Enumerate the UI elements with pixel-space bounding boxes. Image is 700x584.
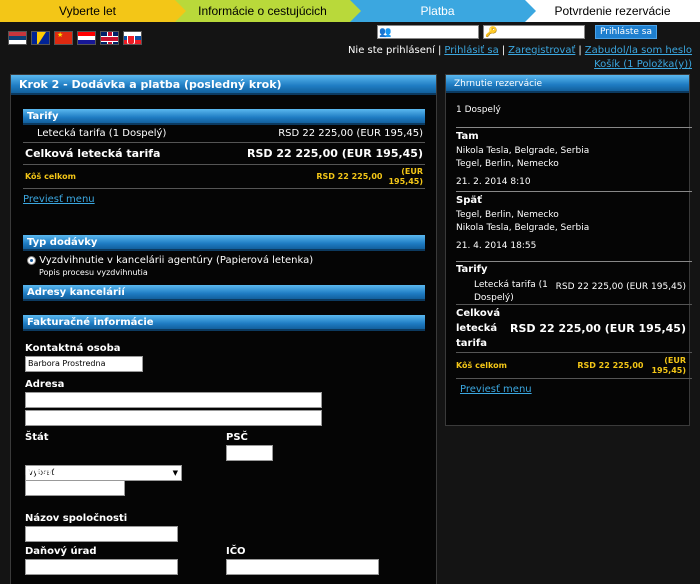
booking-summary-panel: Zhrnutie rezervácie 1 Dospelý Tam Nikola… xyxy=(445,74,692,426)
return-date: 21. 4. 2014 18:55 xyxy=(456,241,537,251)
flag-croatia-icon[interactable] xyxy=(77,31,96,45)
login-bar: 👥 🔑 Prihláste sa xyxy=(377,25,658,39)
tariff-label: Letecká tarifa (1 Dospelý) xyxy=(37,128,167,139)
password-input[interactable]: 🔑 xyxy=(483,25,585,39)
summary-tariff-label: Letecká tarifa (1 Dospelý) xyxy=(474,280,548,303)
contact-label: Kontaktná osoba xyxy=(25,343,121,354)
office-addresses-header[interactable]: Adresy kancelárií xyxy=(23,285,425,301)
progress-steps: Vyberte let Informácie o cestujúcich Pla… xyxy=(0,0,700,22)
step-passenger-info: Informácie o cestujúcich xyxy=(175,0,361,22)
summary-total-label: Celková letecká tarifa xyxy=(456,308,501,349)
login-button[interactable]: Prihláste sa xyxy=(595,25,658,39)
address-label: Adresa xyxy=(25,379,65,390)
summary-cart-label: Kôš celkom xyxy=(456,361,507,370)
delivery-type-header: Typ dodávky xyxy=(23,235,425,251)
outbound-title: Tam xyxy=(456,131,479,142)
address-line2-input[interactable] xyxy=(25,410,322,426)
flag-uk-icon[interactable] xyxy=(100,31,119,45)
summary-cart-row: Kôš celkom RSD 22 225,00 (EUR 195,45) xyxy=(456,353,692,379)
login-status: Nie ste prihlásení xyxy=(347,45,435,56)
flag-china-icon[interactable] xyxy=(54,31,73,45)
summary-tariff-row: Letecká tarifa (1 Dospelý) RSD 22 225,00 … xyxy=(456,279,692,305)
flag-bosnia-icon[interactable] xyxy=(31,31,50,45)
billing-info-header: Fakturačné informácie xyxy=(23,315,425,331)
return-from: Tegel, Berlin, Nemecko xyxy=(456,210,559,220)
ico-input[interactable] xyxy=(226,559,379,575)
zip-input[interactable] xyxy=(226,445,273,461)
tariffs-header: Tarify xyxy=(23,109,425,125)
tax-office-label: Daňový úrad xyxy=(25,546,97,557)
outbound-to: Tegel, Berlin, Nemecko xyxy=(456,159,559,169)
summary-total-row: Celková letecká tarifa RSD 22 225,00 (EUR … xyxy=(456,305,692,353)
tariff-value: RSD 22 225,00 (EUR 195,45) xyxy=(278,128,423,139)
register-link[interactable]: Zaregistrovať xyxy=(508,45,575,56)
flag-slovakia-icon[interactable] xyxy=(123,31,142,45)
summary-total-value: RSD 22 225,00 (EUR 195,45) xyxy=(509,322,686,335)
contact-input[interactable]: Barbora Prostredna xyxy=(25,356,143,372)
cart-total-label: Kôš celkom xyxy=(25,172,76,181)
delivery-payment-panel: Krok 2 - Dodávka a platba (posledný krok… xyxy=(10,74,437,584)
delivery-radio[interactable] xyxy=(27,255,36,265)
address-line1-input[interactable] xyxy=(25,392,322,408)
forgot-password-link[interactable]: Zabudol/la som heslo xyxy=(585,45,692,56)
convert-currency-link[interactable]: Previesť menu xyxy=(23,194,95,205)
summary-title: Zhrnutie rezervácie xyxy=(446,75,689,93)
step-payment: Platba xyxy=(350,0,536,22)
user-icon: 👥 xyxy=(379,27,392,38)
cart-total-row: Kôš celkom RSD 22 225,00 (EUR 195,45) xyxy=(23,165,425,189)
city-label: Mesto xyxy=(25,467,60,478)
step-label: Potvrdenie rezervácie xyxy=(554,4,671,18)
total-label: Celková letecká tarifa xyxy=(25,147,161,160)
cart-total-rsd: RSD 22 225,00 xyxy=(316,172,383,181)
username-input[interactable]: 👥 xyxy=(377,25,479,39)
total-value: RSD 22 225,00 (EUR 195,45) xyxy=(246,147,423,160)
cart-total-eur: (EUR 195,45) xyxy=(388,166,423,186)
return-to: Nikola Tesla, Belgrade, Serbia xyxy=(456,223,590,233)
summary-cart-eur: (EUR 195,45) xyxy=(651,355,686,375)
chevron-down-icon: ▼ xyxy=(172,469,178,477)
tax-office-input[interactable] xyxy=(25,559,178,575)
flag-serbia-icon[interactable] xyxy=(8,31,27,45)
user-links: Nie ste prihlásení | Prihlásiť sa | Zaregist… xyxy=(347,45,692,70)
step-select-flight: Vyberte let xyxy=(0,0,186,22)
summary-tariff-value: RSD 22 225,00 (EUR 195,45) xyxy=(555,282,686,292)
city-input[interactable] xyxy=(25,480,125,496)
state-label: Štát xyxy=(25,432,49,443)
return-title: Späť xyxy=(456,195,482,206)
summary-convert-currency-link[interactable]: Previesť menu xyxy=(460,384,532,395)
panel-title: Krok 2 - Dodávka a platba (posledný krok… xyxy=(11,75,436,95)
delivery-option-label: Vyzdvihnutie v kancelárii agentúry (Papi… xyxy=(39,255,314,266)
passenger-count: 1 Dospelý xyxy=(456,105,501,115)
tariff-row: Letecká tarifa (1 Dospelý) RSD 22 225,00… xyxy=(23,125,425,143)
outbound-from: Nikola Tesla, Belgrade, Serbia xyxy=(456,146,590,156)
key-icon: 🔑 xyxy=(485,27,498,38)
summary-tariffs-header: Tarify xyxy=(456,264,488,275)
company-input[interactable] xyxy=(25,526,178,542)
outbound-date: 21. 2. 2014 8:10 xyxy=(456,177,531,187)
cart-link[interactable]: Košík (1 Položka(y)) xyxy=(594,59,692,70)
login-link[interactable]: Prihlásiť sa xyxy=(444,45,498,56)
total-tariff-row: Celková letecká tarifa RSD 22 225,00 (EU… xyxy=(23,143,425,165)
step-label: Vyberte let xyxy=(59,4,116,18)
language-flags xyxy=(8,31,142,45)
zip-label: PSČ xyxy=(226,432,248,443)
step-confirmation: Potvrdenie rezervácie xyxy=(525,0,700,22)
company-label: Názov spoločnosti xyxy=(25,513,128,524)
step-label: Informácie o cestujúcich xyxy=(198,4,327,18)
summary-cart-rsd: RSD 22 225,00 xyxy=(577,361,644,370)
step-label: Platba xyxy=(420,4,455,18)
delivery-description: Popis procesu vyzdvihnutia xyxy=(39,268,148,277)
ico-label: IČO xyxy=(226,546,246,557)
